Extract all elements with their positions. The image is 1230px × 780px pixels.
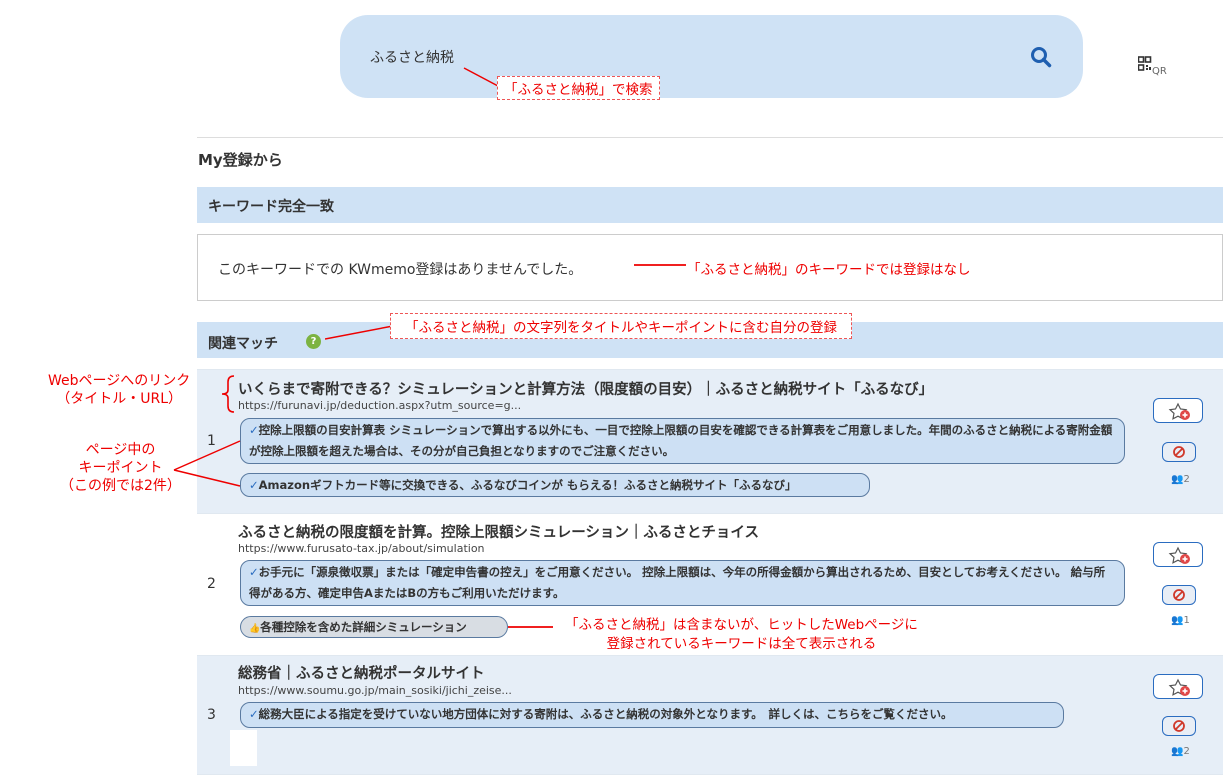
result-title-link[interactable]: いくらまで寄附できる？シミュレーションと計算方法（限度額の目安）｜ふるさと納税サ…	[238, 378, 933, 399]
keyword-tag[interactable]: 👍各種控除を含めた詳細シミュレーション	[240, 616, 508, 638]
keypoint-text: お手元に「源泉徴収票」または「確定申告書の控え」をご用意ください。 控除上限額は…	[249, 565, 1106, 600]
annotation-kp-line2: キーポイント	[78, 460, 163, 476]
annotation-link-brace	[221, 375, 235, 413]
keypoint[interactable]: ✓Amazonギフトカード等に交換できる、ふるなびコインが もらえる！ふるさと納…	[240, 473, 870, 497]
keypoint-text: 総務大臣による指定を受けていない地方団体に対する寄附は、ふるさと納税の対象外とな…	[258, 707, 953, 721]
search-input[interactable]: ふるさと納税	[370, 47, 454, 67]
annotation-keypoints: ページ中の キーポイント （この例では2件）	[60, 441, 181, 495]
annotation-link-line1: Webページへのリンク	[48, 373, 191, 389]
result-url[interactable]: https://www.soumu.go.jp/main_sosiki/jich…	[238, 684, 512, 697]
annotation-keyword-line1: 「ふるさと納税」は含まないが、ヒットしたWebページに	[565, 617, 918, 633]
keypoint[interactable]: ✓控除上限額の目安計算表 シミュレーションで算出する以外にも、一目で控除上限額の…	[240, 418, 1125, 464]
users-icon: 👥	[1171, 746, 1184, 757]
section-title: My登録から	[198, 151, 283, 169]
user-count-value: 2	[1183, 474, 1190, 485]
block-button[interactable]	[1162, 585, 1196, 605]
help-icon[interactable]: ?	[306, 334, 321, 349]
result-number: 2	[207, 576, 216, 592]
action-column: 👥2	[1153, 398, 1213, 498]
thumbs-up-icon: 👍	[249, 624, 261, 634]
block-button[interactable]	[1162, 716, 1196, 736]
annotation-link: Webページへのリンク （タイトル・URL）	[48, 372, 190, 408]
qr-label[interactable]: QR	[1152, 66, 1167, 77]
check-icon: ✓	[249, 707, 259, 721]
result-url[interactable]: https://www.furusato-tax.jp/about/simula…	[238, 542, 485, 555]
ban-icon	[1173, 589, 1185, 601]
favorite-add-button[interactable]	[1153, 398, 1203, 423]
favorite-add-button[interactable]	[1153, 542, 1203, 567]
keyword-tag-text: 各種控除を含めた詳細シミュレーション	[260, 620, 467, 634]
exact-match-empty-message: このキーワードでの KWmemo登録はありませんでした。	[218, 262, 583, 278]
annotation-no-keyword-line	[634, 264, 686, 266]
favorite-add-button[interactable]	[1153, 674, 1203, 699]
annotation-keypoints-lines	[173, 440, 241, 487]
annotation-no-keyword: 「ふるさと納税」のキーワードでは登録はなし	[687, 262, 971, 278]
block-button[interactable]	[1162, 442, 1196, 462]
users-icon: 👥	[1171, 615, 1184, 626]
result-title-link[interactable]: 総務省｜ふるさと納税ポータルサイト	[238, 662, 485, 683]
result-number: 3	[207, 707, 216, 723]
keypoint[interactable]: ✓総務大臣による指定を受けていない地方団体に対する寄附は、ふるさと納税の対象外と…	[240, 702, 1064, 728]
result-title-link[interactable]: ふるさと納税の限度額を計算。控除上限額シミュレーション｜ふるさとチョイス	[238, 521, 759, 542]
ban-icon	[1173, 720, 1185, 732]
user-count: 👥1	[1171, 615, 1190, 626]
exact-match-heading: キーワード完全一致	[208, 199, 334, 215]
action-column: 👥1	[1153, 542, 1213, 642]
keypoint-text: 控除上限額の目安計算表 シミュレーションで算出する以外にも、一目で控除上限額の目…	[249, 423, 1113, 458]
check-icon: ✓	[249, 478, 259, 492]
thumbnail-placeholder	[230, 730, 257, 766]
annotation-kp-line1: ページ中の	[85, 442, 156, 458]
user-count-value: 2	[1183, 746, 1190, 757]
user-count-value: 1	[1183, 615, 1190, 626]
related-match-heading: 関連マッチ	[208, 336, 278, 352]
annotation-link-line2: （タイトル・URL）	[56, 391, 183, 407]
result-url[interactable]: https://furunavi.jp/deduction.aspx?utm_s…	[238, 399, 521, 412]
check-icon: ✓	[249, 565, 259, 579]
keypoint[interactable]: ✓お手元に「源泉徴収票」または「確定申告書の控え」をご用意ください。 控除上限額…	[240, 560, 1125, 606]
star-add-icon	[1168, 546, 1190, 564]
annotation-keyword-line2: 登録されているキーワードは全て表示される	[606, 636, 877, 652]
users-icon: 👥	[1171, 474, 1184, 485]
annotation-search-arrow	[463, 67, 499, 87]
exact-match-header: キーワード完全一致	[197, 187, 1223, 223]
ban-icon	[1173, 446, 1185, 458]
annotation-search: 「ふるさと納税」で検索	[497, 76, 660, 100]
annotation-kp-line3: （この例では2件）	[60, 478, 181, 494]
search-icon[interactable]	[1030, 46, 1052, 68]
annotation-related-line	[325, 325, 394, 340]
action-column: 👥2	[1153, 674, 1213, 774]
user-count: 👥2	[1171, 746, 1190, 757]
annotation-keyword: 「ふるさと納税」は含まないが、ヒットしたWebページに 登録されているキーワード…	[553, 616, 930, 654]
divider	[197, 137, 1223, 138]
qr-icon[interactable]	[1138, 56, 1152, 76]
keypoint-text: Amazonギフトカード等に交換できる、ふるなびコインが もらえる！ふるさと納税…	[258, 478, 797, 492]
annotation-related: 「ふるさと納税」の文字列をタイトルやキーポイントに含む自分の登録	[390, 313, 852, 339]
check-icon: ✓	[249, 423, 259, 437]
star-add-icon	[1168, 402, 1190, 420]
user-count: 👥2	[1171, 474, 1190, 485]
star-add-icon	[1168, 678, 1190, 696]
